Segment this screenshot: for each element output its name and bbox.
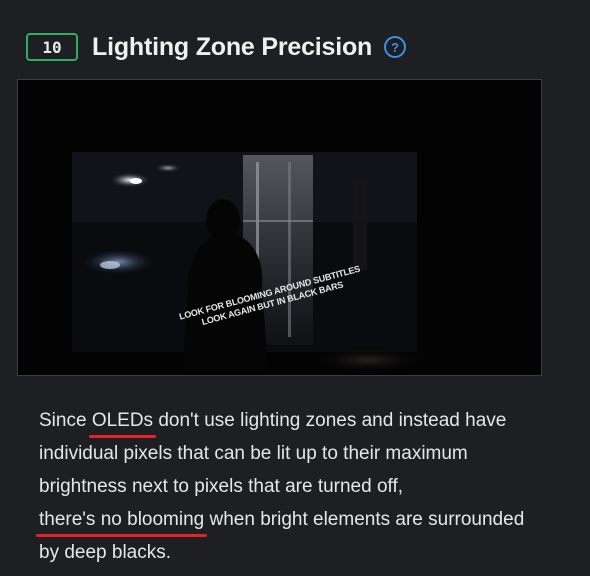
highlight-oleds: OLEDs [88, 404, 157, 438]
description-text: Since OLEDs don't use lighting zones and… [35, 404, 549, 569]
test-pattern-image: LOOK FOR BLOOMING AROUND SUBTITLES LOOK … [17, 79, 542, 376]
highlight-no-blooming: there's no blooming [35, 503, 208, 537]
section-title: Lighting Zone Precision [92, 32, 373, 61]
section-header: 10 Lighting Zone Precision ? [26, 30, 407, 64]
description-part-1: Since [39, 410, 92, 431]
question-circle-icon[interactable]: ? [384, 36, 407, 58]
score-badge: 10 [26, 33, 78, 61]
dark-scene-illustration [18, 80, 541, 375]
